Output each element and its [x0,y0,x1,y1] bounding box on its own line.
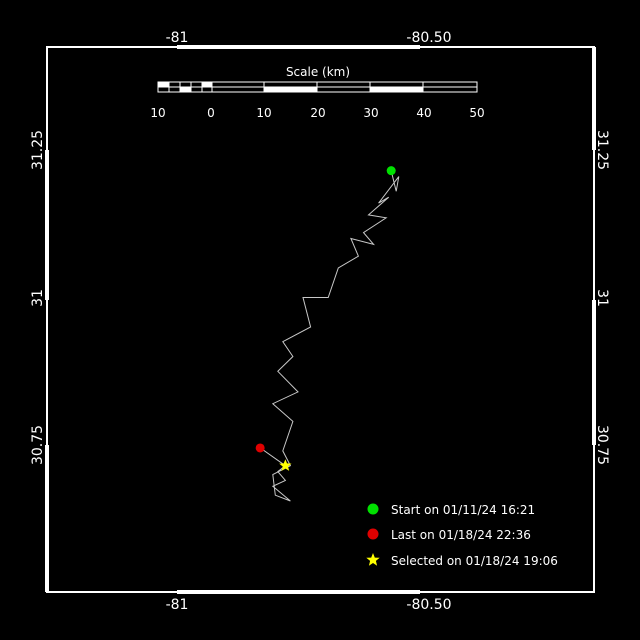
lat-tick-left-2: 31 [30,289,46,307]
scale-label-6: 50 [469,106,484,120]
legend-star-icon [366,553,380,566]
scale-label-0: 10 [150,106,165,120]
legend-last-dot [367,528,379,540]
track-line [259,170,400,502]
legend-last-text: Last on 01/18/24 22:36 [391,528,531,542]
scale-bar: Scale (km) 10 0 10 20 30 40 50 [150,65,484,120]
scale-title: Scale (km) [286,65,350,79]
map-canvas: -81 -80.50 -81 -80.50 31.25 31 30.75 31.… [30,30,610,613]
lon-tick-top-2: -80.50 [406,30,451,46]
lat-tick-right-3: 30.75 [594,425,610,465]
lon-tick-bottom-2: -80.50 [406,597,451,613]
legend: Start on 01/11/24 16:21 Last on 01/18/24… [366,503,558,568]
lat-tick-left-3: 30.75 [30,425,46,465]
legend-selected-text: Selected on 01/18/24 19:06 [391,554,558,568]
last-marker [255,443,265,453]
start-marker [386,166,396,176]
lat-tick-left-1: 31.25 [30,130,46,170]
legend-start-text: Start on 01/11/24 16:21 [391,503,535,517]
lon-tick-top-1: -81 [166,30,189,46]
legend-start-dot [367,503,379,515]
scale-label-5: 40 [416,106,431,120]
scale-label-2: 10 [256,106,271,120]
scale-label-3: 20 [310,106,325,120]
lat-tick-right-1: 31.25 [594,130,610,170]
lat-tick-right-2: 31 [594,289,610,307]
scale-label-1: 0 [207,106,215,120]
lon-tick-bottom-1: -81 [166,597,189,613]
scale-label-4: 30 [363,106,378,120]
